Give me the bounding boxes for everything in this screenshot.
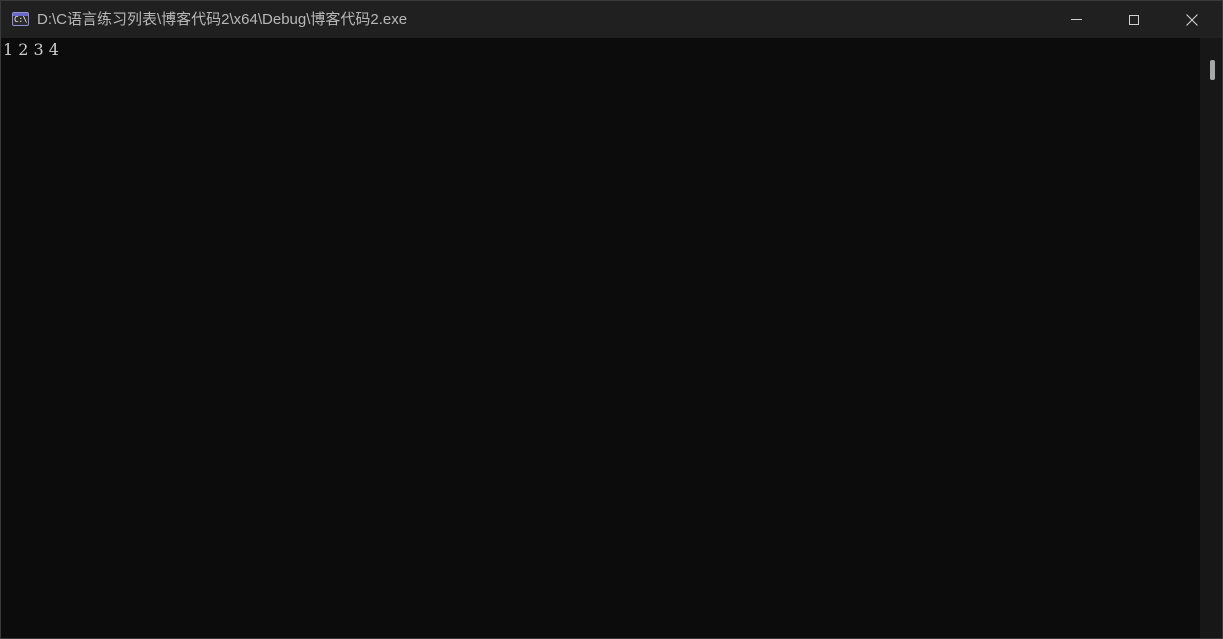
scrollbar-thumb[interactable] — [1210, 60, 1215, 80]
title-bar[interactable]: C:\ D:\C语言练习列表\博客代码2\x64\Debug\博客代码2.exe — [1, 1, 1222, 38]
minimize-button[interactable] — [1047, 1, 1105, 38]
maximize-button[interactable] — [1105, 1, 1163, 38]
close-icon — [1186, 13, 1198, 26]
console-output-area[interactable]: 1 2 3 4 — [1, 38, 1200, 638]
maximize-icon — [1129, 14, 1139, 25]
console-output-text: 1 2 3 4 — [3, 40, 59, 59]
app-icon-glyph: C:\ — [14, 15, 27, 24]
console-window: C:\ D:\C语言练习列表\博客代码2\x64\Debug\博客代码2.exe… — [0, 0, 1223, 639]
console-app-icon[interactable]: C:\ — [12, 12, 29, 26]
window-title: D:\C语言练习列表\博客代码2\x64\Debug\博客代码2.exe — [37, 11, 408, 28]
close-button[interactable] — [1163, 1, 1221, 38]
minimize-icon — [1070, 19, 1082, 20]
vertical-scrollbar[interactable] — [1200, 38, 1222, 638]
